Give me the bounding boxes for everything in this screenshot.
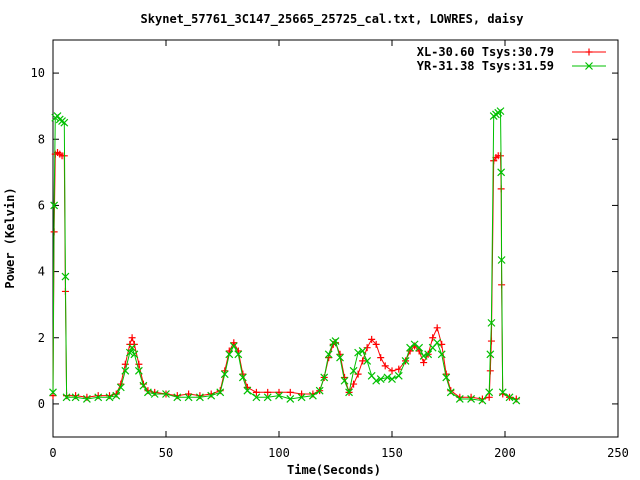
data-point — [394, 371, 403, 380]
plot-border — [52, 39, 619, 438]
data-point — [354, 370, 362, 378]
data-point — [433, 324, 441, 332]
y-tick-label: 10 — [31, 66, 45, 80]
legend-marker-1 — [585, 48, 593, 56]
series-2 — [49, 107, 521, 405]
y-axis-label: Power (Kelvin) — [3, 187, 17, 288]
legend: XL-30.60 Tsys:30.79YR-31.38 Tsys:31.59 — [417, 45, 606, 73]
x-tick-label: 50 — [159, 446, 173, 460]
chart-title: Skynet_57761_3C147_25665_25725_cal.txt, … — [141, 12, 524, 27]
x-tick-label: 200 — [494, 446, 516, 460]
data-point — [275, 388, 283, 396]
data-point — [128, 334, 136, 342]
legend-label-1: XL-30.60 Tsys:30.79 — [417, 45, 554, 59]
series-line-1 — [52, 151, 517, 400]
series-line-2 — [52, 110, 517, 402]
data-point — [381, 362, 389, 370]
data-point — [286, 388, 294, 396]
y-tick-label: 8 — [38, 132, 45, 146]
data-point — [377, 354, 385, 362]
legend-label-2: YR-31.38 Tsys:31.59 — [417, 59, 554, 73]
data-point — [185, 390, 193, 398]
y-tick-label: 4 — [38, 265, 45, 279]
y-tick-label: 2 — [38, 331, 45, 345]
chart-svg: Skynet_57761_3C147_25665_25725_cal.txt, … — [3, 12, 629, 477]
data-point — [487, 337, 495, 345]
data-point — [433, 338, 442, 347]
x-tick-label: 250 — [607, 446, 629, 460]
data-point — [363, 344, 371, 352]
data-point — [121, 366, 130, 375]
data-point — [49, 392, 57, 400]
data-point — [420, 359, 428, 367]
y-tick-label: 6 — [38, 198, 45, 212]
x-axis-label: Time(Seconds) — [287, 463, 381, 477]
series-layer — [49, 107, 521, 405]
series-1 — [49, 148, 520, 403]
plot-area — [52, 39, 619, 438]
data-point — [134, 366, 143, 375]
axis-ticks: 0 50 100 150 200 250 0 2 4 6 8 10 — [31, 40, 629, 460]
data-point — [388, 367, 396, 375]
y-tick-label: 0 — [38, 397, 45, 411]
x-tick-label: 100 — [268, 446, 290, 460]
x-tick-label: 150 — [381, 446, 403, 460]
x-tick-label: 0 — [49, 446, 56, 460]
